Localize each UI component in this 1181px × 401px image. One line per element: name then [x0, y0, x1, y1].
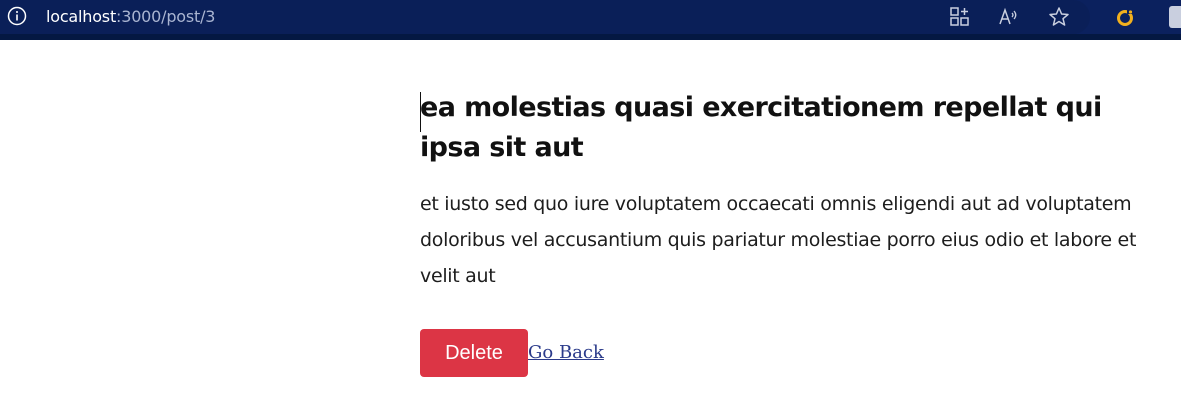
delete-button[interactable]: Delete	[420, 329, 528, 377]
star-icon[interactable]	[1048, 6, 1070, 28]
toolbar-divider	[0, 34, 1181, 40]
url-host: localhost	[46, 7, 117, 26]
post-title: ea molestias quasi exercitationem repell…	[420, 88, 1150, 168]
apps-icon[interactable]	[949, 6, 971, 28]
post-actions: Delete Go Back	[420, 329, 604, 377]
post-content: ea molestias quasi exercitationem repell…	[420, 88, 1150, 294]
post-body: et iusto sed quo iure voluptatem occaeca…	[420, 193, 1137, 287]
read-aloud-icon[interactable]	[998, 6, 1020, 28]
text-caret	[420, 92, 421, 132]
go-back-link[interactable]: Go Back	[528, 329, 604, 377]
post-title-text: ea molestias quasi exercitationem repell…	[420, 92, 1102, 163]
info-icon[interactable]	[7, 6, 27, 26]
address-bar[interactable]: localhost:3000/post/3	[0, 0, 1090, 34]
url-path: :3000/post/3	[116, 7, 216, 26]
browser-toolbar: localhost:3000/post/3	[0, 0, 1181, 34]
profile-icon[interactable]	[1169, 6, 1181, 28]
url-text[interactable]: localhost:3000/post/3	[46, 6, 215, 28]
extension-icon[interactable]	[1114, 6, 1136, 28]
